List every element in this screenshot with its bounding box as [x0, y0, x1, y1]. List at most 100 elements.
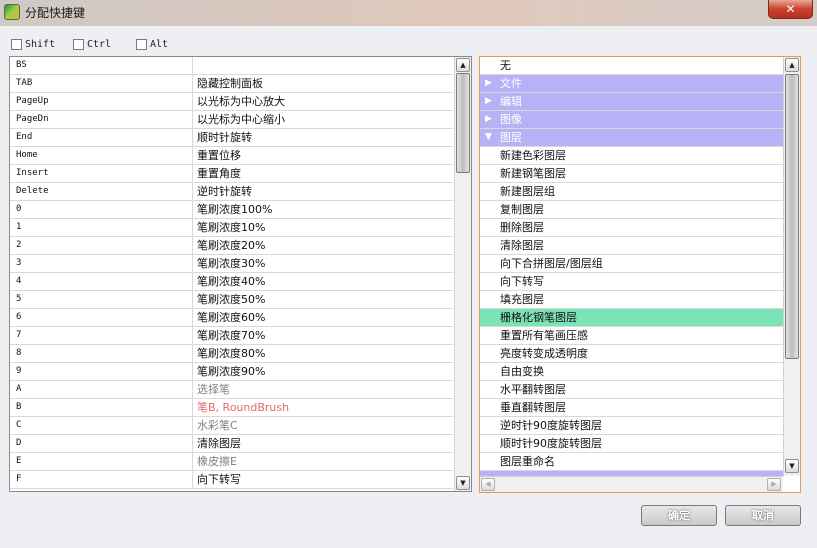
shortcut-command: 笔刷浓度20%	[197, 239, 266, 252]
command-tree-scrollbar[interactable]: ▲ ▼	[783, 57, 800, 476]
table-row[interactable]: 8 笔刷浓度80%	[10, 345, 453, 363]
tree-item[interactable]: 清除图层	[480, 237, 783, 255]
tree-item[interactable]: 逆时针90度旋转图层	[480, 417, 783, 435]
scroll-thumb[interactable]	[785, 74, 799, 359]
table-row[interactable]: 7 笔刷浓度70%	[10, 327, 453, 345]
shift-checkbox[interactable]: Shift	[11, 36, 55, 52]
expand-down-icon[interactable]: ▼	[485, 129, 495, 146]
title-bar[interactable]: 分配快捷键 ✕	[0, 0, 817, 26]
table-row[interactable]: F 向下转写	[10, 471, 453, 489]
shortcut-command: 橡皮擦E	[197, 455, 237, 468]
shortcut-command: 笔刷浓度70%	[197, 329, 266, 342]
expand-right-icon[interactable]: ▶	[485, 93, 495, 110]
column-divider	[192, 363, 193, 380]
scroll-down-icon[interactable]: ▼	[456, 476, 470, 490]
tree-item[interactable]: 垂直翻转图层	[480, 399, 783, 417]
ctrl-checkbox[interactable]: Ctrl	[73, 36, 111, 52]
tree-item[interactable]: 删除图层	[480, 219, 783, 237]
table-row[interactable]: 2 笔刷浓度20%	[10, 237, 453, 255]
column-divider	[192, 237, 193, 254]
shortcut-key: B	[16, 402, 22, 412]
table-row[interactable]: 0 笔刷浓度100%	[10, 201, 453, 219]
table-row[interactable]: B 笔B, RoundBrush	[10, 399, 453, 417]
tree-item[interactable]: 水平翻转图层	[480, 381, 783, 399]
shortcut-command: 清除图层	[197, 437, 241, 450]
shortcut-key: A	[16, 384, 22, 394]
command-tree: 无 ▶ 文件 ▶ 编辑 ▶ 图像 ▼ 图层 新建色彩图层新建钢笔图层新建图层组复制图层删除图层 清除…	[480, 57, 783, 476]
table-row[interactable]: A 选择笔	[10, 381, 453, 399]
tree-label: 图像	[500, 113, 522, 126]
table-row[interactable]: TAB 隐藏控制面板	[10, 75, 453, 93]
shortcut-key: Home	[16, 150, 38, 160]
tree-item[interactable]: 填充图层	[480, 291, 783, 309]
scroll-down-icon[interactable]: ▼	[785, 459, 799, 473]
tree-category[interactable]: ▶ 图像	[480, 111, 783, 129]
expand-right-icon[interactable]: ▶	[485, 111, 495, 128]
tree-item[interactable]: 新建图层组	[480, 183, 783, 201]
checkbox-box[interactable]	[73, 38, 84, 50]
shortcut-key: 2	[16, 240, 22, 250]
table-row[interactable]: D 清除图层	[10, 435, 453, 453]
table-row[interactable]: 6 笔刷浓度60%	[10, 309, 453, 327]
table-row[interactable]: End 顺时针旋转	[10, 129, 453, 147]
table-row[interactable]: PageUp 以光标为中心放大	[10, 93, 453, 111]
tree-item[interactable]: 顺时针90度旋转图层	[480, 435, 783, 453]
alt-checkbox[interactable]: Alt	[136, 36, 168, 52]
table-row[interactable]: 9 笔刷浓度90%	[10, 363, 453, 381]
tree-item[interactable]: 向下合拼图层/图层组	[480, 255, 783, 273]
scroll-right-icon[interactable]: ▶	[767, 478, 781, 491]
table-row[interactable]: 5 笔刷浓度50%	[10, 291, 453, 309]
checkbox-box[interactable]	[11, 38, 22, 50]
tree-category[interactable]: ▶ 编辑	[480, 93, 783, 111]
tree-item[interactable]: 重置所有笔画压感	[480, 327, 783, 345]
checkbox-box[interactable]	[136, 38, 147, 50]
table-row[interactable]: 1 笔刷浓度10%	[10, 219, 453, 237]
tree-item[interactable]: 亮度转变成透明度	[480, 345, 783, 363]
tree-item[interactable]: 新建色彩图层	[480, 147, 783, 165]
scroll-left-icon[interactable]: ◀	[481, 478, 495, 491]
table-row[interactable]: BS	[10, 57, 453, 75]
shortcut-key: D	[16, 438, 22, 448]
shortcut-command	[197, 57, 447, 74]
scroll-up-icon[interactable]: ▲	[456, 58, 470, 72]
cancel-button[interactable]: 取消	[725, 505, 801, 526]
command-tree-hscrollbar[interactable]: ◀ ▶	[480, 476, 783, 492]
table-row[interactable]: Delete 逆时针旋转	[10, 183, 453, 201]
tree-item[interactable]: 无	[480, 57, 783, 75]
scroll-up-icon[interactable]: ▲	[785, 58, 799, 72]
shortcut-command: 向下转写	[197, 473, 241, 486]
scroll-thumb[interactable]	[456, 73, 470, 173]
tree-item[interactable]: 向下转写	[480, 273, 783, 291]
tree-label: 新建钢笔图层	[500, 167, 566, 180]
tree-category[interactable]: ▶ 文件	[480, 75, 783, 93]
shortcut-command: 笔刷浓度30%	[197, 257, 266, 270]
tree-label: 复制图层	[500, 203, 544, 216]
table-row[interactable]: 3 笔刷浓度30%	[10, 255, 453, 273]
tree-category[interactable]: ▼ 图层	[480, 129, 783, 147]
tree-label: 水平翻转图层	[500, 383, 566, 396]
ok-button[interactable]: 确定	[641, 505, 717, 526]
shortcut-command: 笔刷浓度40%	[197, 275, 266, 288]
window-title: 分配快捷键	[25, 6, 86, 20]
close-button[interactable]: ✕	[768, 0, 813, 19]
table-row[interactable]: E 橡皮擦E	[10, 453, 453, 471]
table-row[interactable]: 4 笔刷浓度40%	[10, 273, 453, 291]
dialog-window: 分配快捷键 ✕ Shift Ctrl Alt BS TAB 隐藏控制面板 PageUp…	[0, 0, 817, 548]
tree-label: 向下合拼图层/图层组	[500, 257, 603, 270]
expand-right-icon[interactable]: ▶	[485, 75, 495, 92]
table-row[interactable]: Home 重置位移	[10, 147, 453, 165]
column-divider	[192, 291, 193, 308]
tree-label: 图层重命名	[500, 455, 555, 468]
tree-item[interactable]: 图层重命名	[480, 453, 783, 471]
tree-label: 重置所有笔画压感	[500, 329, 588, 342]
shortcut-list-scrollbar[interactable]: ▲ ▼	[454, 57, 471, 491]
shortcut-key: PageUp	[16, 96, 49, 106]
tree-item[interactable]: 新建钢笔图层	[480, 165, 783, 183]
table-row[interactable]: Insert 重置角度	[10, 165, 453, 183]
tree-label: 顺时针90度旋转图层	[500, 437, 602, 450]
tree-item[interactable]: 自由变换	[480, 363, 783, 381]
tree-item[interactable]: 复制图层	[480, 201, 783, 219]
tree-item[interactable]: 栅格化钢笔图层	[480, 309, 783, 327]
table-row[interactable]: C 水彩笔C	[10, 417, 453, 435]
table-row[interactable]: PageDn 以光标为中心缩小	[10, 111, 453, 129]
